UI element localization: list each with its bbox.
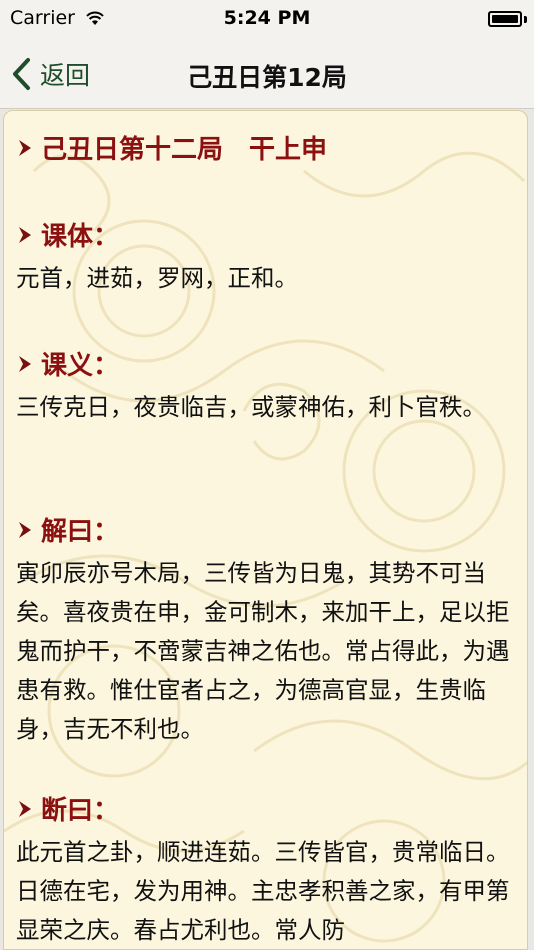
section-heading-text: 课体： [41, 222, 120, 252]
section-heading: 课体： [16, 216, 119, 253]
section-heading-text: 断曰： [41, 796, 120, 826]
content-title: 己丑日第十二局 干上申 [16, 129, 327, 166]
status-time: 5:24 PM [223, 7, 311, 29]
navigation-bar: 返回 己丑日第12局 [0, 40, 534, 109]
bullet-chevron-icon [19, 521, 31, 538]
section-heading: 断曰： [16, 790, 119, 827]
section-heading-text: 课义： [41, 351, 120, 381]
section-heading: 解曰： [16, 511, 119, 548]
section-heading-text: 解曰： [41, 517, 120, 547]
battery-tip [524, 16, 527, 23]
section-text: 三传克日，夜贵临吉，或蒙神佑，利卜官秩。 [16, 393, 486, 421]
bullet-chevron-icon [19, 800, 31, 817]
page-title: 己丑日第12局 [187, 63, 347, 92]
bullet-chevron-icon [19, 355, 31, 372]
content-title-text: 己丑日第十二局 干上申 [41, 135, 328, 165]
status-bar: Carrier 5:24 PM [0, 0, 534, 40]
section-heading: 课义： [16, 345, 119, 382]
bullet-chevron-icon [19, 226, 31, 243]
bullet-chevron-icon [19, 139, 31, 156]
section-text: 此元首之卦，顺进连茹。三传皆官，贵常临日。日德在宅，发为用神。主忠孝积善之家，有… [16, 838, 510, 944]
content-card[interactable]: 己丑日第十二局 干上申 课体： 元首，进茹，罗网，正和。 课义： 三传克日，夜贵… [3, 110, 528, 950]
section-text: 寅卯辰亦号木局，三传皆为日鬼，其势不可当矣。喜夜贵在申，金可制木，来加干上，足以… [16, 559, 510, 743]
battery-icon [488, 11, 522, 27]
section-text: 元首，进茹，罗网，正和。 [16, 264, 298, 292]
